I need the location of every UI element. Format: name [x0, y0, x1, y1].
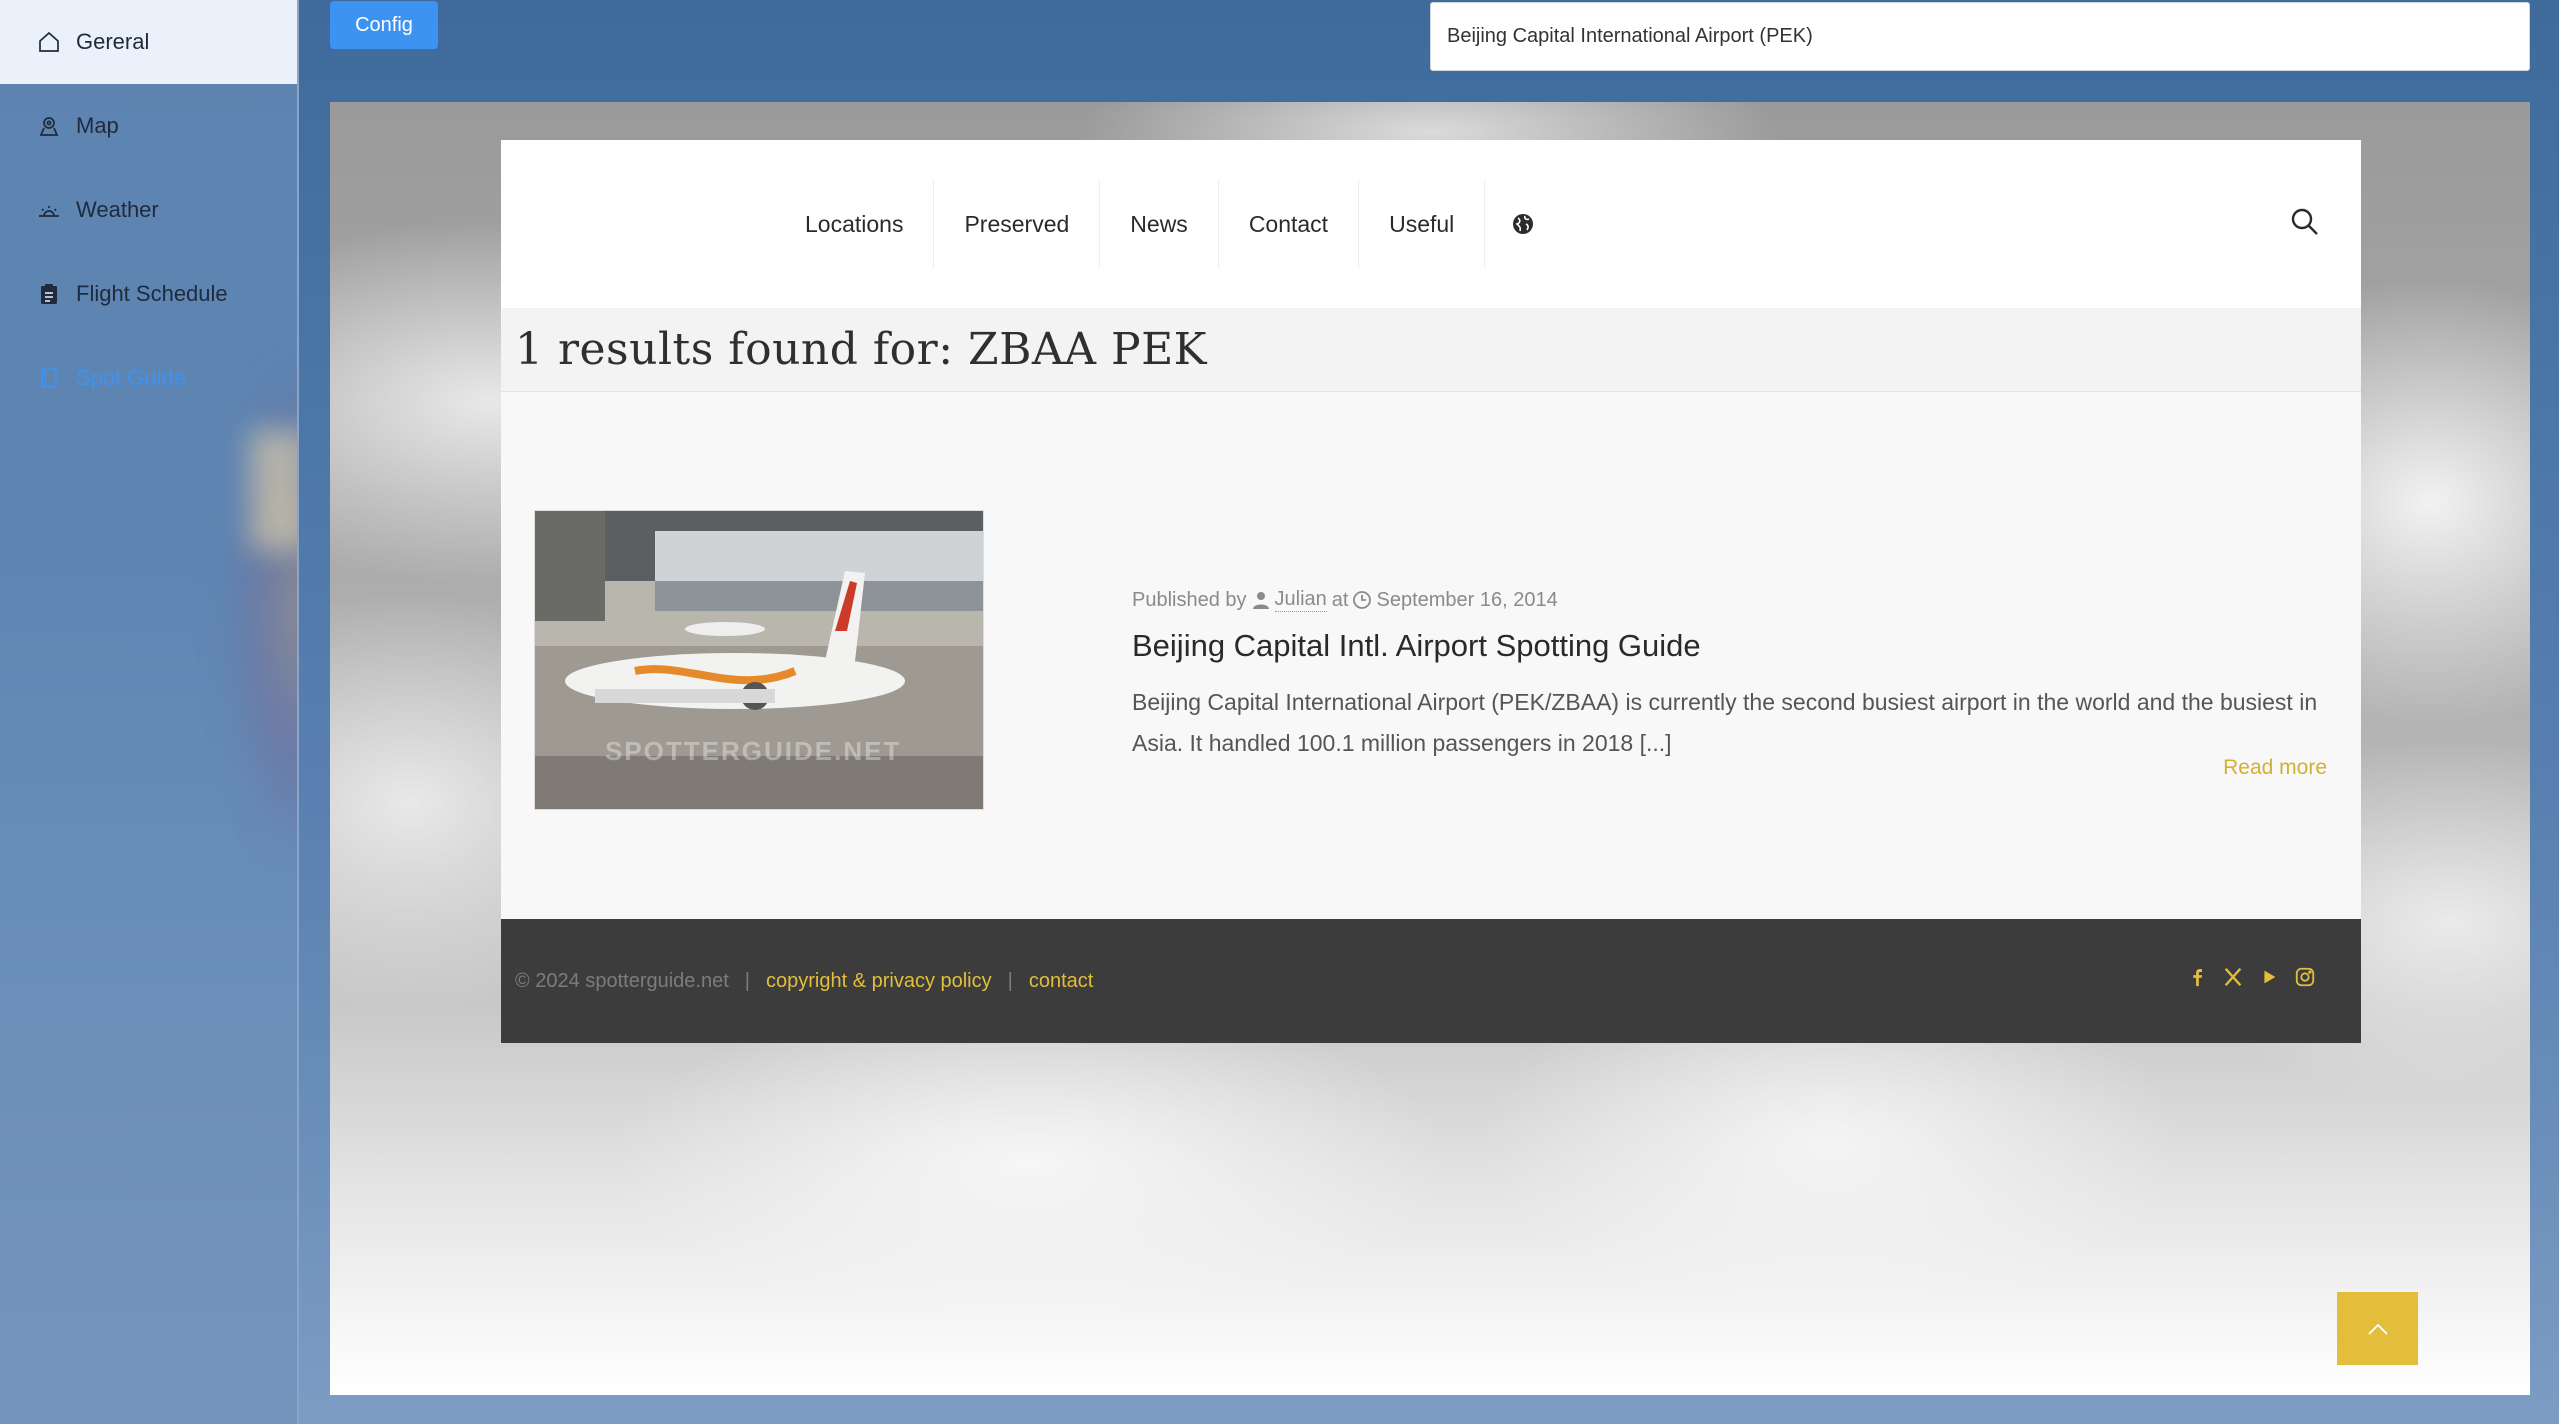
- instagram-icon[interactable]: [2293, 965, 2317, 989]
- footer-contact-link[interactable]: contact: [1029, 970, 1093, 993]
- facebook-icon[interactable]: [2185, 965, 2209, 989]
- map-pin-icon: [36, 113, 62, 139]
- clipboard-icon: [36, 281, 62, 307]
- sidebar-item-map[interactable]: Map: [0, 84, 297, 168]
- footer-separator: |: [744, 969, 750, 992]
- web-view: Locations Preserved News Contact Useful …: [330, 102, 2530, 1395]
- post-date: September 16, 2014: [1376, 588, 1558, 611]
- site-nav: Locations Preserved News Contact Useful: [775, 140, 1561, 308]
- post-author-link[interactable]: Julian: [1274, 588, 1327, 612]
- sidebar-item-label: Gereral: [76, 29, 150, 54]
- chevron-up-icon: [2367, 1323, 2388, 1335]
- page-title: 1 results found for: ZBAA PEK: [515, 324, 1208, 375]
- post-title-link[interactable]: Beijing Capital Intl. Airport Spotting G…: [1132, 628, 1701, 664]
- sidebar-item-spot-guide[interactable]: Spot Guide: [0, 336, 297, 420]
- nav-link-locations[interactable]: Locations: [775, 180, 935, 268]
- footer-links: © 2024 spotterguide.net | copyright & pr…: [515, 919, 1093, 1043]
- background-blur-accent: [250, 430, 297, 550]
- sidebar-item-label: Flight Schedule: [76, 281, 228, 306]
- site-header: Locations Preserved News Contact Useful: [501, 140, 2361, 308]
- nav-link-contact[interactable]: Contact: [1219, 180, 1360, 268]
- site-container: Locations Preserved News Contact Useful …: [501, 140, 2361, 1043]
- nav-link-useful[interactable]: Useful: [1359, 180, 1486, 268]
- sidebar-item-label: Spot Guide: [76, 365, 187, 390]
- copyright-text: © 2024 spotterguide.net: [515, 969, 729, 992]
- privacy-policy-link[interactable]: copyright & privacy policy: [766, 970, 992, 993]
- airport-search-input[interactable]: [1430, 2, 2530, 71]
- at-label: at: [1331, 588, 1349, 611]
- user-icon: [1252, 592, 1269, 609]
- post-meta: Published by Julian at September 16, 201…: [1132, 588, 1558, 612]
- sidebar-item-general[interactable]: Gereral: [0, 0, 297, 84]
- sidebar-item-weather[interactable]: Weather: [0, 168, 297, 252]
- home-icon: [36, 29, 62, 55]
- results-header: 1 results found for: ZBAA PEK: [501, 308, 2361, 392]
- site-footer: © 2024 spotterguide.net | copyright & pr…: [501, 919, 2361, 1043]
- clock-icon: [1353, 591, 1372, 609]
- footer-separator: |: [1007, 969, 1013, 992]
- published-by-label: Published by: [1132, 588, 1247, 611]
- sidebar-item-label: Weather: [76, 197, 159, 222]
- post-thumbnail[interactable]: SPOTTERGUIDE.NET: [534, 510, 984, 810]
- social-links: [2185, 965, 2317, 989]
- sidebar-item-flight-schedule[interactable]: Flight Schedule: [0, 252, 297, 336]
- nav-link-preserved[interactable]: Preserved: [934, 180, 1101, 268]
- youtube-play-icon[interactable]: [2257, 965, 2281, 989]
- sunrise-icon: [36, 197, 62, 223]
- sidebar: Gereral Map Weather Flight Schedule Spot…: [0, 0, 299, 1424]
- sidebar-item-label: Map: [76, 113, 119, 138]
- x-twitter-icon[interactable]: [2221, 965, 2245, 989]
- globe-icon[interactable]: [1485, 180, 1561, 268]
- post-excerpt: Beijing Capital International Airport (P…: [1132, 689, 2318, 756]
- search-icon[interactable]: [2289, 206, 2321, 238]
- back-to-top-button[interactable]: [2337, 1292, 2418, 1365]
- config-button[interactable]: Config: [330, 1, 438, 49]
- read-more-link[interactable]: Read more: [2223, 756, 2327, 780]
- thumbnail-watermark: SPOTTERGUIDE.NET: [605, 736, 902, 766]
- book-icon: [36, 365, 62, 391]
- nav-link-news[interactable]: News: [1100, 180, 1219, 268]
